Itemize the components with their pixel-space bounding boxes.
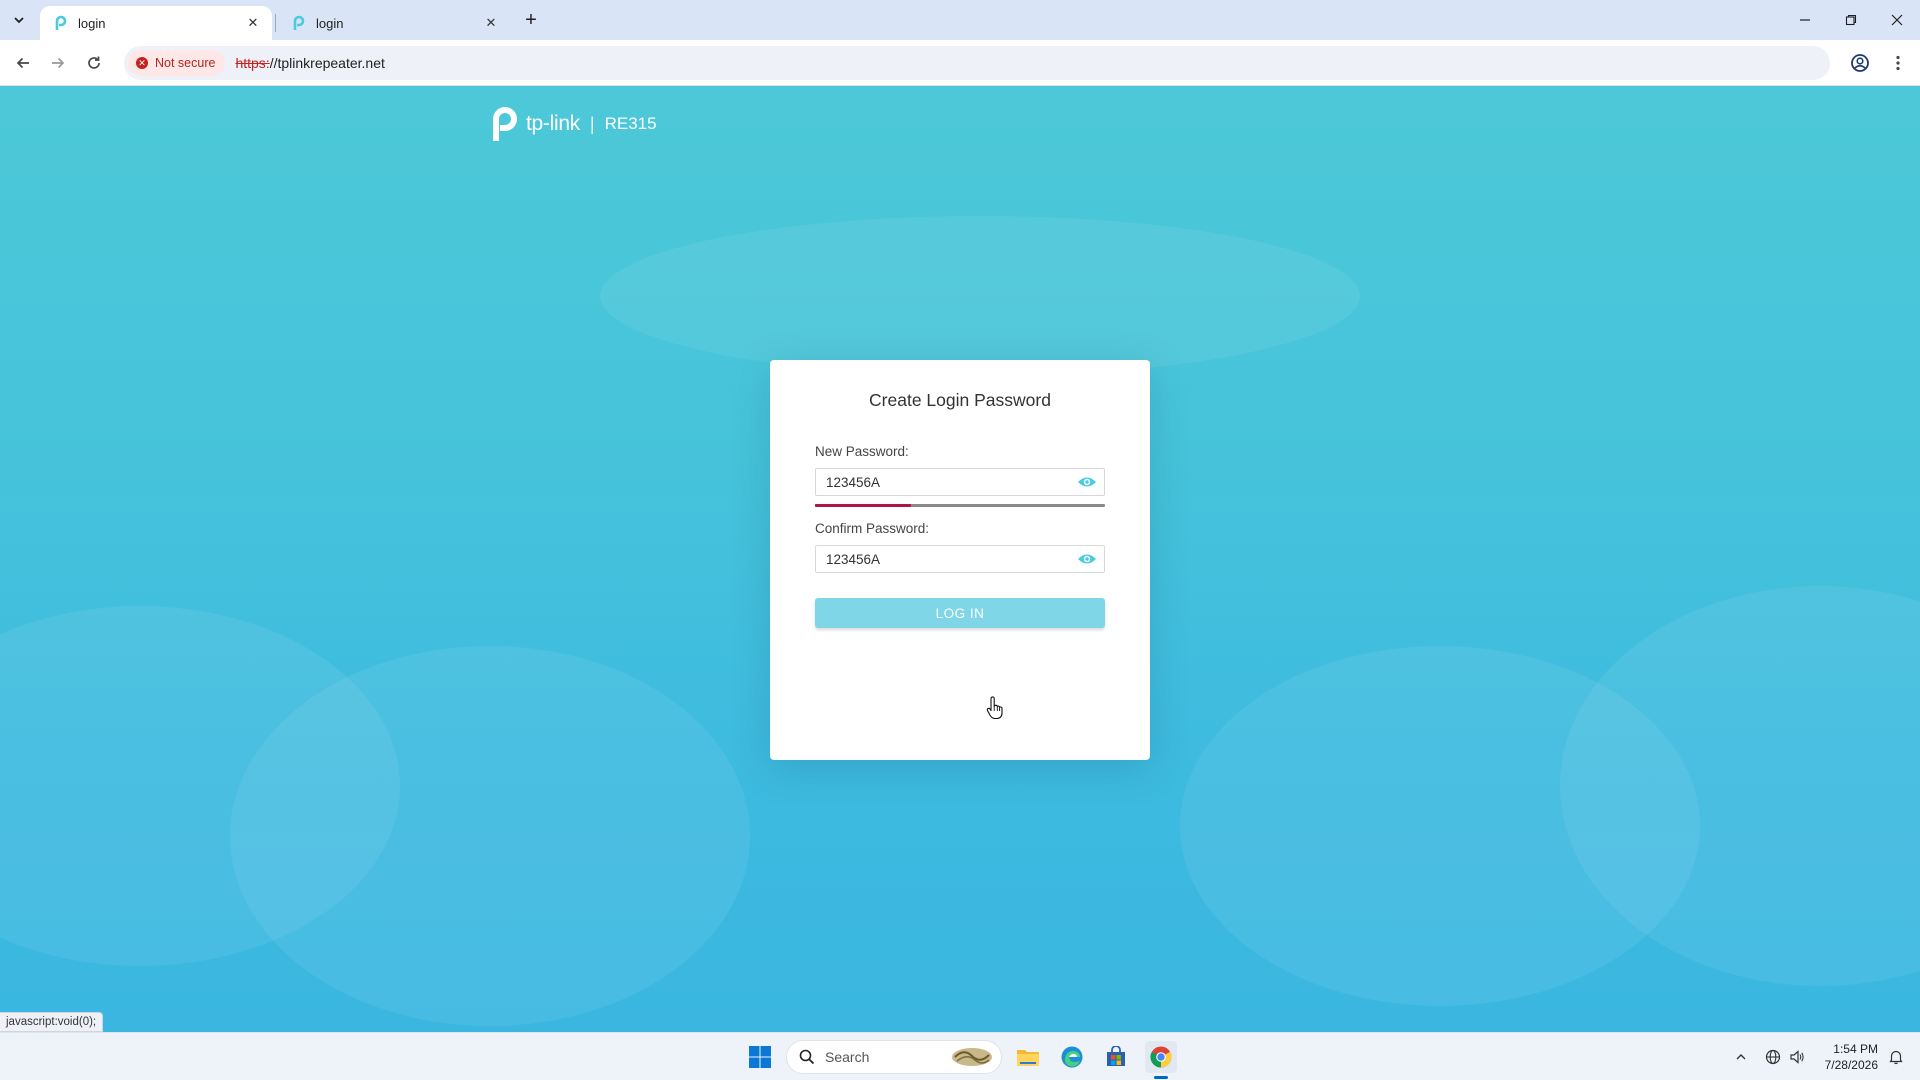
new-password-label: New Password: (815, 444, 909, 459)
chevron-up-icon (1736, 1054, 1746, 1060)
tab-title: login (78, 15, 106, 31)
url-host: //tplinkrepeater.net (269, 55, 385, 71)
search-icon (799, 1049, 815, 1065)
minimize-button[interactable] (1782, 0, 1828, 40)
network-button[interactable] (1762, 1033, 1784, 1080)
microsoft-store-button[interactable] (1100, 1041, 1132, 1073)
chevron-down-icon (14, 17, 24, 24)
tab-title: login (316, 15, 344, 31)
router-login-page: tp-link | RE315 Create Login Password Ne… (0, 86, 1920, 1032)
speaker-icon (1790, 1050, 1804, 1064)
minimize-icon (1800, 19, 1810, 21)
background-cloud (230, 646, 750, 1026)
windows-taskbar: Search 1:54 PM 7/28/2026 (0, 1032, 1920, 1080)
confirm-password-label: Confirm Password: (815, 521, 930, 536)
device-model: RE315 (604, 114, 657, 133)
clock-time: 1:54 PM (1833, 1042, 1878, 1056)
tab-search-button[interactable] (6, 8, 32, 32)
edge-icon (1061, 1046, 1083, 1068)
tplink-logo-icon (493, 107, 517, 141)
confirm-password-field (815, 545, 1105, 573)
search-placeholder: Search (825, 1049, 870, 1065)
system-clock[interactable]: 1:54 PM 7/28/2026 (1816, 1041, 1878, 1073)
show-hidden-icons-button[interactable] (1730, 1033, 1752, 1080)
start-button[interactable] (744, 1041, 776, 1073)
globe-icon (1765, 1049, 1781, 1065)
close-tab-icon[interactable]: ✕ (244, 14, 262, 32)
taskbar-search[interactable]: Search (786, 1040, 1002, 1074)
tplink-favicon-icon (293, 15, 305, 30)
warning-icon: ✕ (136, 57, 148, 69)
notifications-button[interactable] (1884, 1033, 1908, 1080)
reload-button[interactable] (80, 49, 108, 77)
brand-logo-text: tp-link (526, 112, 580, 135)
volume-button[interactable] (1786, 1033, 1808, 1080)
restore-button[interactable] (1828, 0, 1874, 40)
security-chip-label: Not secure (155, 56, 216, 70)
arrow-right-icon (52, 57, 65, 69)
create-password-card: Create Login Password New Password: Conf… (770, 360, 1150, 760)
show-password-eye-icon[interactable] (1076, 548, 1098, 570)
tplink-favicon-icon (55, 15, 67, 30)
browser-menu-button[interactable] (1884, 49, 1912, 77)
back-button[interactable] (9, 49, 37, 77)
chrome-browser-button[interactable] (1145, 1041, 1177, 1073)
arrow-left-icon (16, 57, 29, 69)
url-text[interactable]: https://tplinkrepeater.net (235, 55, 384, 71)
store-icon (1107, 1046, 1125, 1066)
reload-icon (88, 56, 100, 69)
tab-login-inactive[interactable]: login ✕ (278, 6, 510, 40)
card-title: Create Login Password (869, 390, 1051, 410)
tplink-brand: tp-link | RE315 (484, 104, 657, 144)
password-strength-bar (815, 504, 1105, 507)
address-bar[interactable]: ✕ Not secure https://tplinkrepeater.net (124, 46, 1830, 80)
tab-separator (275, 14, 276, 32)
file-explorer-button[interactable] (1012, 1041, 1044, 1073)
account-icon (1851, 54, 1869, 72)
windows-logo-icon (749, 1046, 771, 1068)
security-chip[interactable]: ✕ Not secure (128, 50, 226, 76)
close-icon (1891, 14, 1903, 26)
browser-toolbar: ✕ Not secure https://tplinkrepeater.net (0, 40, 1920, 86)
url-scheme: https: (235, 55, 270, 71)
brand-separator: | (589, 113, 595, 134)
new-password-field (815, 468, 1105, 496)
search-highlight-icon (952, 1048, 992, 1066)
new-tab-button[interactable]: + (520, 9, 542, 31)
password-strength-fill (815, 504, 911, 507)
tab-login-active[interactable]: login ✕ (40, 6, 272, 40)
confirm-password-input[interactable] (816, 546, 1076, 572)
background-cloud (600, 216, 1360, 376)
browser-tab-bar: login ✕ login ✕ + (0, 0, 1920, 40)
chrome-active-indicator (1154, 1076, 1168, 1079)
chrome-icon (1150, 1046, 1172, 1068)
show-password-eye-icon[interactable] (1076, 471, 1098, 493)
hand-pointer-cursor-icon (986, 696, 1003, 720)
profile-button[interactable] (1846, 49, 1874, 77)
forward-button[interactable] (44, 49, 72, 77)
clock-date: 7/28/2026 (1824, 1058, 1878, 1072)
close-tab-icon[interactable]: ✕ (482, 14, 500, 32)
status-bar-url: javascript:void(0); (0, 1012, 104, 1032)
edge-browser-button[interactable] (1056, 1041, 1088, 1073)
new-password-input[interactable] (816, 469, 1076, 495)
notification-bell-icon (1889, 1050, 1903, 1065)
folder-icon (1017, 1050, 1039, 1066)
restore-icon (1845, 14, 1857, 26)
close-window-button[interactable] (1874, 0, 1920, 40)
more-vertical-icon (1896, 55, 1900, 71)
login-button[interactable]: LOG IN (815, 598, 1105, 628)
